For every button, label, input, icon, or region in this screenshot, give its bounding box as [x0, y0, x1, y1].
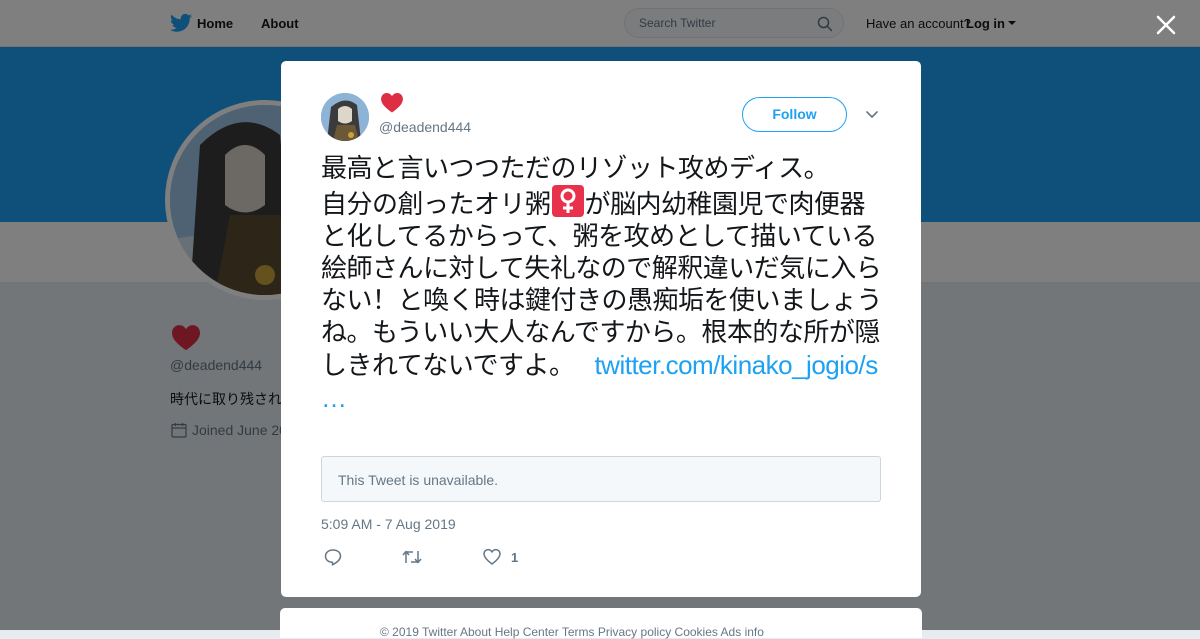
- like-icon[interactable]: [483, 548, 501, 566]
- tweet-author-handle[interactable]: @deadend444: [379, 119, 471, 135]
- tweet-text-part-a: 自分の創ったオリ粥: [321, 190, 551, 220]
- tweet-timestamp[interactable]: 5:09 AM - 7 Aug 2019: [321, 516, 456, 532]
- female-sign-icon: [551, 185, 584, 217]
- modal-footer: © 2019 Twitter About Help Center Terms P…: [280, 608, 922, 639]
- close-icon[interactable]: [1155, 14, 1177, 36]
- tweet-text-line1: 最高と言いつつただのリゾット攻めディス。: [321, 154, 830, 184]
- tweet-author-avatar[interactable]: [321, 93, 369, 141]
- quoted-tweet-unavailable: This Tweet is unavailable.: [338, 472, 499, 488]
- tweet-text: 最高と言いつつただのリゾット攻めディス。 自分の創ったオリ粥 が脳内幼稚園児で肉便…: [321, 153, 886, 415]
- heart-icon: [381, 93, 403, 113]
- tweet-text-body: 自分の創ったオリ粥 が脳内幼稚園児で肉便器と化してるからって、粥を攻めとして描いて…: [321, 185, 886, 415]
- retweet-icon[interactable]: [402, 548, 422, 566]
- tweet-modal: @deadend444 Follow 最高と言いつつただのリゾット攻めディス。 …: [281, 61, 921, 597]
- quoted-tweet-box[interactable]: This Tweet is unavailable.: [321, 456, 881, 502]
- follow-button[interactable]: Follow: [742, 97, 847, 132]
- chevron-down-icon[interactable]: [866, 111, 878, 119]
- like-count: 1: [511, 550, 519, 565]
- footer-links[interactable]: © 2019 Twitter About Help Center Terms P…: [380, 625, 764, 639]
- reply-icon[interactable]: [324, 548, 342, 566]
